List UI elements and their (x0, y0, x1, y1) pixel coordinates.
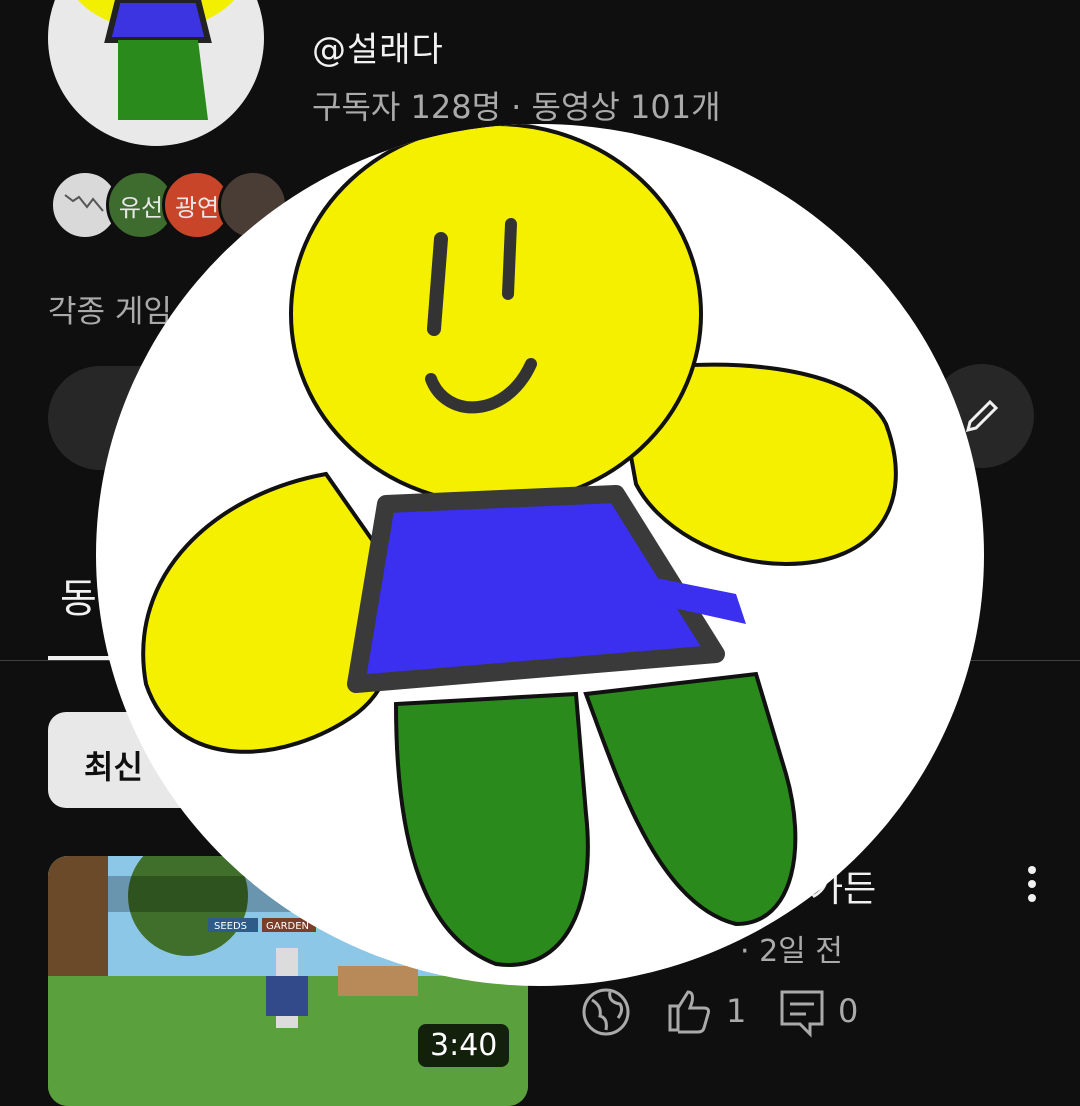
drawn-character-image (141, 124, 898, 967)
tab-videos[interactable]: 동 (60, 566, 97, 624)
collaborator-label: 광연 (174, 193, 220, 222)
like-count: 1 (726, 992, 747, 1030)
thumb-tag-seeds: SEEDS (214, 921, 247, 932)
video-duration: 3:40 (418, 1024, 510, 1067)
channel-avatar[interactable] (48, 0, 264, 146)
profile-picture-viewer[interactable] (96, 124, 984, 986)
thumbs-up-icon[interactable] (664, 984, 716, 1040)
pencil-icon (965, 399, 999, 433)
more-vert-icon[interactable] (1012, 862, 1052, 906)
collaborator-label: 유선 (118, 193, 164, 222)
thumb-tag-garden: GARDEN (266, 921, 309, 932)
channel-stats: 구독자 128명 · 동영상 101개 (312, 88, 721, 126)
channel-description: 각종 게임 (48, 294, 172, 330)
comment-count: 0 (838, 992, 859, 1030)
video-meta: · 2일 전 (740, 934, 843, 969)
channel-handle: @설래다 (312, 30, 444, 70)
globe-icon (580, 986, 632, 1042)
chip-label: 최신 (84, 748, 143, 786)
comment-icon[interactable] (776, 986, 828, 1042)
